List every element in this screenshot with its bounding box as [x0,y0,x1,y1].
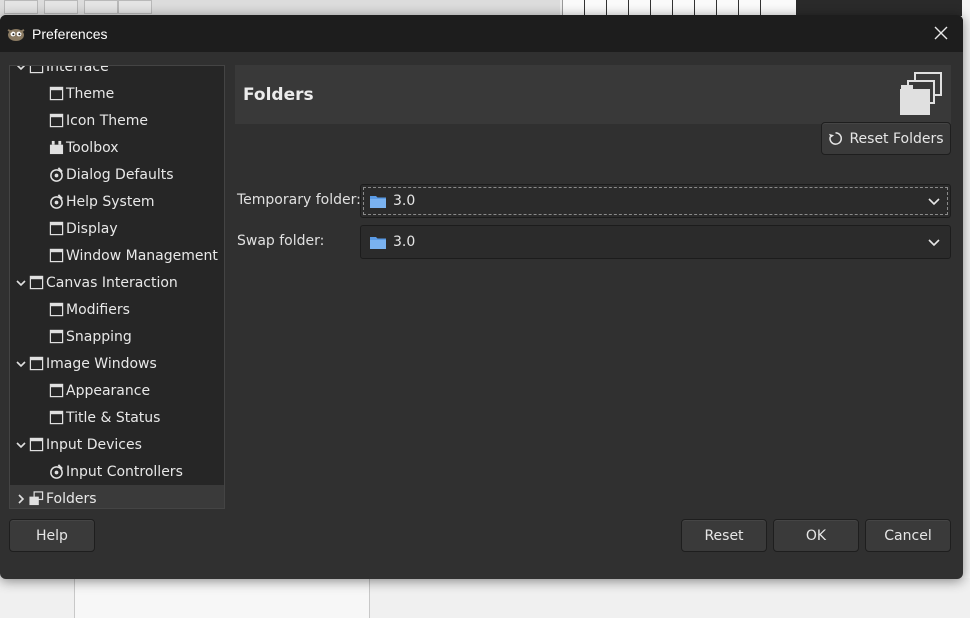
tree-item-label: Display [66,220,118,237]
tree-item-label: Snapping [66,328,132,345]
gimp-app-icon [7,28,25,41]
dialog-defaults-icon [48,167,64,183]
tree-item-help-system[interactable]: Help System [10,188,224,215]
toolbox-icon [48,140,64,156]
chevron-down-icon [928,236,940,248]
tree-item-label: Toolbox [66,139,119,156]
preferences-tree: Interface Theme Icon Theme Toolbox Dialog De… [9,65,225,509]
ok-button[interactable]: OK [773,519,859,552]
tree-item-toolbox[interactable]: Toolbox [10,134,224,161]
input-devices-icon [28,437,44,453]
reset-icon [828,131,843,146]
tree-item-label: Folders [46,490,97,507]
swap-folder-label: Swap folder: [237,233,325,249]
tree-item-theme[interactable]: Theme [10,80,224,107]
temporary-folder-value: 3.0 [393,193,416,209]
tree-item-dialog-defaults[interactable]: Dialog Defaults [10,161,224,188]
tree-item-snapping[interactable]: Snapping [10,323,224,350]
tree-item-title-status[interactable]: Title & Status [10,404,224,431]
chevron-right-icon[interactable] [14,492,28,506]
snapping-icon [48,329,64,345]
cancel-button[interactable]: Cancel [865,519,951,552]
tree-item-image-windows[interactable]: Image Windows [10,350,224,377]
background-app-toolbar [0,0,560,16]
tree-item-icon-theme[interactable]: Icon Theme [10,107,224,134]
swap-folder-chooser[interactable]: 3.0 [360,225,951,259]
tree-item-label: Help System [66,193,155,210]
swap-folder-value: 3.0 [393,234,416,250]
chevron-down-icon[interactable] [14,276,28,290]
background-strip [796,0,970,16]
folder-icon [370,194,386,208]
interface-icon [28,66,44,75]
tree-item-label: Canvas Interaction [46,274,178,291]
help-system-icon [48,194,64,210]
canvas-icon [28,275,44,291]
title-status-icon [48,410,64,426]
tree-item-label: Input Controllers [66,463,183,480]
chevron-down-icon[interactable] [14,66,28,74]
background-tool-button [118,0,152,14]
temporary-folder-label: Temporary folder: [237,192,361,208]
background-tool-button [44,0,78,14]
tree-item-appearance[interactable]: Appearance [10,377,224,404]
tree-item-label: Input Devices [46,436,142,453]
titlebar: Preferences [0,15,963,52]
tree-item-input-devices[interactable]: Input Devices [10,431,224,458]
tree-item-label: Interface [46,65,109,75]
background-tool-button [4,0,38,14]
input-controllers-icon [48,464,64,480]
modifiers-icon [48,302,64,318]
reset-folders-button[interactable]: Reset Folders [821,122,951,155]
tree-item-label: Title & Status [66,409,161,426]
background-bottom-area [0,578,970,618]
window-title: Preferences [32,25,108,42]
tree-item-folders[interactable]: Folders [10,485,224,508]
tree-item-modifiers[interactable]: Modifiers [10,296,224,323]
preferences-dialog: Preferences Interface Theme Icon Theme Tool… [0,15,963,579]
icon-theme-icon [48,113,64,129]
tree-item-label: Appearance [66,382,151,399]
chevron-down-icon [928,195,940,207]
tree-item-interface[interactable]: Interface [10,65,224,80]
reset-folders-label: Reset Folders [849,130,944,147]
tree-item-label: Modifiers [66,301,130,318]
close-button[interactable] [927,19,955,47]
close-icon [934,26,948,40]
help-button[interactable]: Help [9,519,95,552]
folder-icon [370,235,386,249]
tree-item-label: Dialog Defaults [66,166,174,183]
reset-button[interactable]: Reset [681,519,767,552]
tree-item-label: Image Windows [46,355,157,372]
section-header: Folders [235,65,951,124]
window-management-icon [48,248,64,264]
chevron-down-icon[interactable] [14,357,28,371]
tree-item-input-controllers[interactable]: Input Controllers [10,458,224,485]
folders-icon [28,491,44,507]
tree-item-label: Icon Theme [66,112,149,129]
image-windows-icon [28,356,44,372]
background-tool-button [84,0,118,14]
tree-item-window-management[interactable]: Window Management [10,242,224,269]
background-right-panel [962,0,970,618]
folders-large-icon [900,72,942,115]
display-icon [48,221,64,237]
tree-item-display[interactable]: Display [10,215,224,242]
theme-icon [48,86,64,102]
background-brush-grid [562,0,796,16]
section-title: Folders [243,85,314,105]
tree-item-label: Theme [66,85,115,102]
background-panel [74,578,370,618]
tree-item-label: Window Management [66,247,218,264]
appearance-icon [48,383,64,399]
temporary-folder-chooser[interactable]: 3.0 [360,184,951,218]
chevron-down-icon[interactable] [14,438,28,452]
tree-item-canvas-interaction[interactable]: Canvas Interaction [10,269,224,296]
